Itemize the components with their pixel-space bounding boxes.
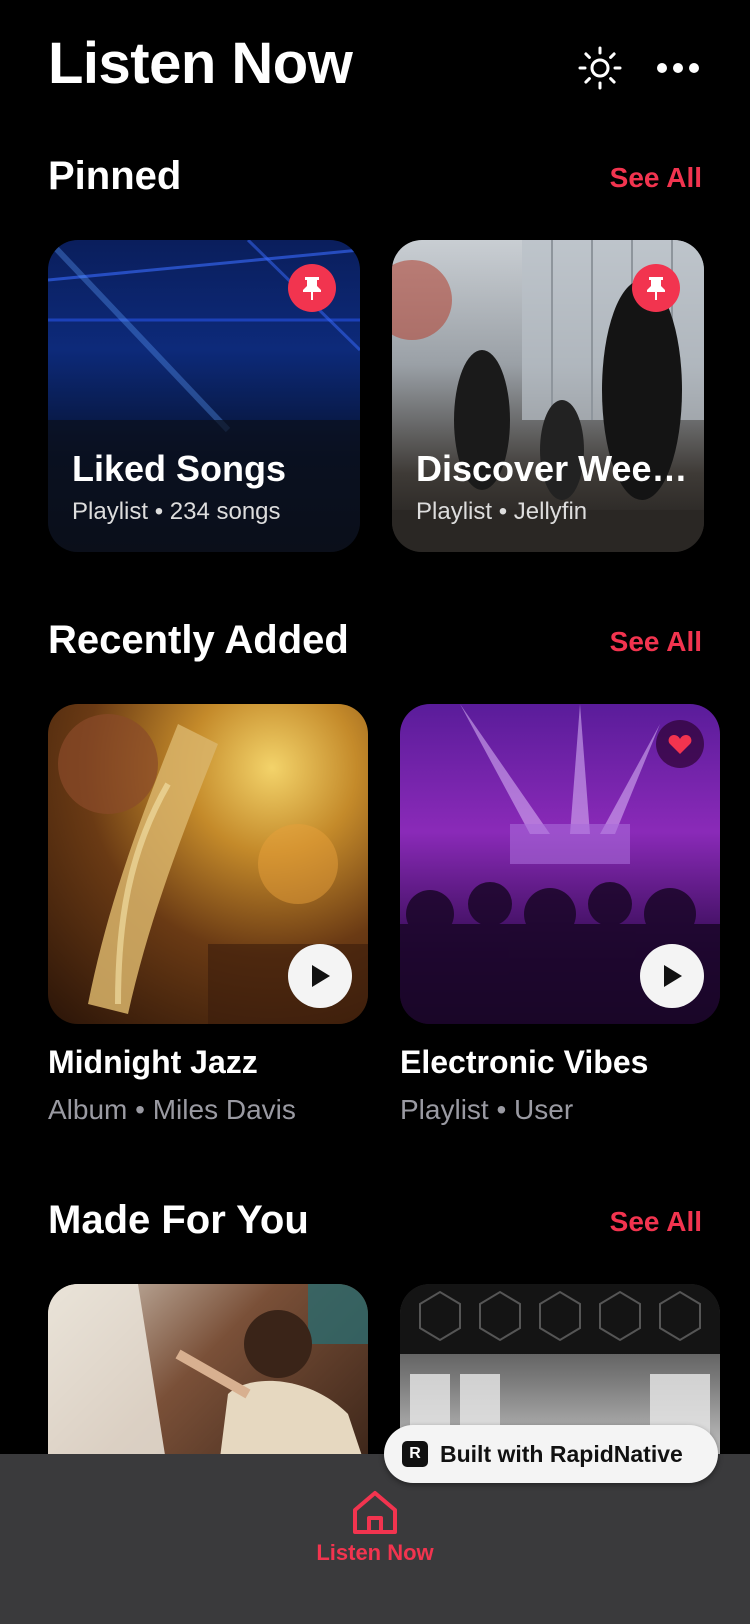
- recent-card-midnight-jazz[interactable]: [48, 704, 368, 1024]
- section-title-made-for-you: Made For You: [48, 1198, 309, 1242]
- header: Listen Now: [0, 0, 750, 140]
- play-icon: [312, 965, 330, 987]
- more-dots-icon: [657, 63, 699, 73]
- tab-label: Listen Now: [316, 1540, 434, 1565]
- built-with-label: Built with RapidNative: [440, 1440, 683, 1467]
- rapidnative-logo-icon: R: [402, 1441, 428, 1467]
- pinned-card-liked-songs[interactable]: Liked Songs Playlist • 234 songs: [48, 240, 360, 552]
- sun-icon: [578, 46, 622, 90]
- pin-badge[interactable]: [288, 264, 336, 312]
- pinned-subtitle: Playlist • Jellyfin: [416, 498, 588, 525]
- artist-painting-image: [48, 1284, 368, 1474]
- play-button[interactable]: [640, 944, 704, 1008]
- pin-icon: [647, 277, 665, 300]
- see-all-made-link[interactable]: See All: [610, 1206, 702, 1238]
- theme-toggle-button[interactable]: [574, 42, 626, 94]
- recent-item-title: Midnight Jazz: [48, 1044, 258, 1080]
- recent-card-electronic-vibes[interactable]: [400, 704, 720, 1024]
- pin-icon: [303, 277, 321, 300]
- tab-listen-now[interactable]: Listen Now: [300, 1490, 450, 1566]
- recent-item-subtitle: Album • Miles Davis: [48, 1094, 296, 1125]
- see-all-recent-link[interactable]: See All: [610, 626, 702, 658]
- play-button[interactable]: [288, 944, 352, 1008]
- page-title: Listen Now: [48, 31, 353, 96]
- play-icon: [664, 965, 682, 987]
- more-options-button[interactable]: [652, 42, 704, 94]
- favorite-badge[interactable]: [656, 720, 704, 768]
- pinned-card-discover-weekly[interactable]: Discover Weekly Playlist • Jellyfin: [392, 240, 704, 552]
- recent-item-title: Electronic Vibes: [400, 1044, 649, 1080]
- pinned-subtitle: Playlist • 234 songs: [72, 498, 281, 525]
- see-all-pinned-link[interactable]: See All: [610, 162, 702, 194]
- recent-item-subtitle: Playlist • User: [400, 1094, 574, 1125]
- made-card-1[interactable]: [48, 1284, 368, 1474]
- section-title-pinned: Pinned: [48, 154, 182, 198]
- pinned-title: Discover Weekly: [416, 448, 688, 489]
- heart-icon: [668, 735, 692, 754]
- built-with-badge[interactable]: R Built with RapidNative: [384, 1425, 718, 1483]
- home-icon: [353, 1491, 397, 1534]
- pinned-title: Liked Songs: [72, 448, 287, 489]
- section-title-recently-added: Recently Added: [48, 618, 349, 662]
- pin-badge[interactable]: [632, 264, 680, 312]
